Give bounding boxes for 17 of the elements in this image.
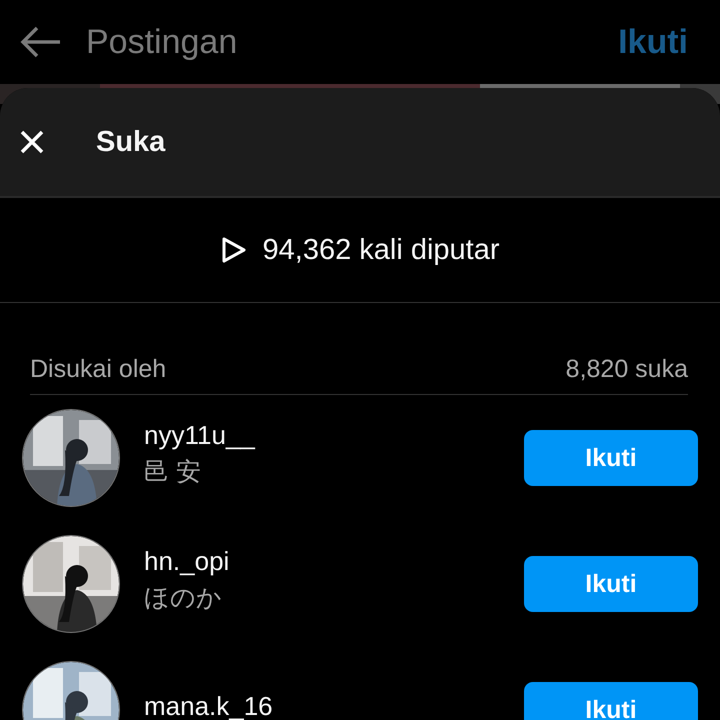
username[interactable]: nyy11u__ <box>144 420 500 451</box>
follow-button[interactable]: Ikuti <box>524 556 698 612</box>
follow-button[interactable]: Ikuti <box>524 430 698 486</box>
close-icon[interactable] <box>20 130 44 154</box>
like-count: 8,820 suka <box>566 355 688 384</box>
display-name: 邑 安 <box>144 457 202 488</box>
sheet-title: Suka <box>96 126 166 158</box>
follow-button[interactable]: Ikuti <box>524 682 698 720</box>
section-label: Disukai oleh <box>30 355 166 384</box>
page-title: Postingan <box>86 22 238 62</box>
username[interactable]: hn._opi <box>144 546 500 577</box>
back-arrow-icon[interactable] <box>20 26 62 58</box>
follow-link[interactable]: Ikuti <box>618 22 688 62</box>
display-name: ほのか <box>144 583 223 614</box>
play-icon <box>220 236 246 264</box>
username[interactable]: mana.k_16 <box>144 690 500 720</box>
play-count: 94,362 kali diputar <box>262 234 500 266</box>
